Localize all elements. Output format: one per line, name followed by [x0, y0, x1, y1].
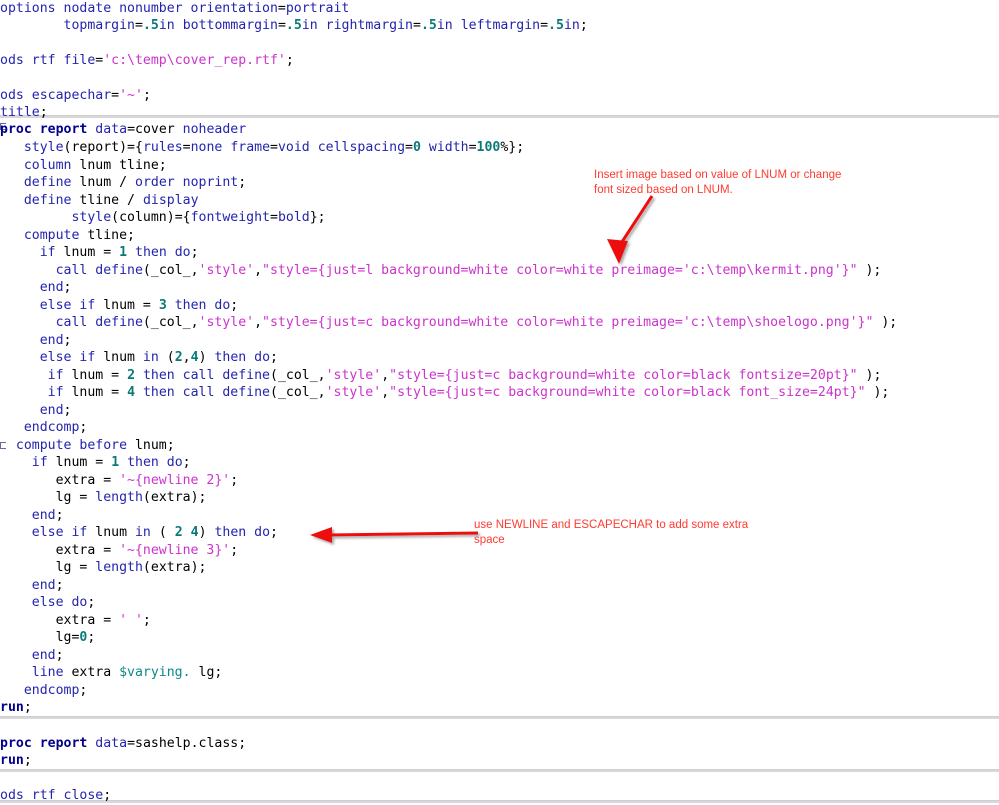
code-line[interactable]: lg=0;: [0, 629, 96, 647]
code-line[interactable]: end;: [0, 647, 64, 665]
code-line[interactable]: extra = '~{newline 2}';: [0, 472, 239, 490]
block-separator: [0, 716, 999, 719]
code-line[interactable]: end;: [0, 332, 72, 350]
code-line[interactable]: extra = ' ';: [0, 612, 151, 630]
code-line[interactable]: proc report data=sashelp.class;: [0, 735, 246, 753]
code-line[interactable]: end;: [0, 402, 72, 420]
code-line[interactable]: lg = length(extra);: [0, 489, 207, 507]
code-line[interactable]: run;: [0, 699, 32, 717]
block-separator: [0, 115, 999, 118]
code-line[interactable]: style(report)={rules=none frame=void cel…: [0, 139, 524, 157]
code-line[interactable]: topmargin=.5in bottommargin=.5in rightma…: [0, 17, 588, 35]
code-line[interactable]: compute before lnum;: [0, 437, 175, 455]
code-line[interactable]: else if lnum in (2,4) then do;: [0, 349, 278, 367]
code-line[interactable]: if lnum = 4 then call define(_col_,'styl…: [0, 384, 890, 402]
code-line[interactable]: if lnum = 1 then do;: [0, 244, 199, 262]
code-line[interactable]: endcomp;: [0, 682, 88, 700]
code-line[interactable]: options nodate nonumber orientation=port…: [0, 0, 349, 18]
code-line[interactable]: title;: [0, 104, 48, 122]
code-line[interactable]: else do;: [0, 594, 96, 612]
code-line[interactable]: ods rtf close;: [0, 787, 111, 805]
code-line[interactable]: proc report data=cover noheader: [0, 121, 246, 139]
code-line[interactable]: call define(_col_,'style',"style={just=l…: [0, 262, 882, 280]
code-line[interactable]: define lnum / order noprint;: [0, 174, 246, 192]
code-line[interactable]: else if lnum in ( 2 4) then do;: [0, 524, 278, 542]
code-line[interactable]: ods escapechar='~';: [0, 87, 151, 105]
code-editor[interactable]: options nodate nonumber orientation=port…: [0, 0, 999, 803]
code-line[interactable]: end;: [0, 507, 64, 525]
code-line[interactable]: define tline / display: [0, 192, 199, 210]
code-line[interactable]: lg = length(extra);: [0, 559, 207, 577]
code-line[interactable]: column lnum tline;: [0, 157, 167, 175]
annotation-newline-escapechar: use NEWLINE and ESCAPECHAR to add some e…: [474, 519, 749, 546]
block-separator: [0, 769, 999, 772]
code-line[interactable]: compute tline;: [0, 227, 135, 245]
code-line[interactable]: line extra $varying. lg;: [0, 664, 223, 682]
code-line[interactable]: run;: [0, 752, 32, 770]
code-line[interactable]: ods rtf file='c:\temp\cover_rep.rtf';: [0, 52, 294, 70]
code-line[interactable]: call define(_col_,'style',"style={just=c…: [0, 314, 898, 332]
code-line[interactable]: else if lnum = 3 then do;: [0, 297, 239, 315]
code-line[interactable]: if lnum = 1 then do;: [0, 454, 191, 472]
annotation-arrow-down: [607, 195, 654, 264]
code-line[interactable]: endcomp;: [0, 419, 88, 437]
code-line[interactable]: end;: [0, 577, 64, 595]
code-line[interactable]: extra = '~{newline 3}';: [0, 542, 239, 560]
code-line[interactable]: end;: [0, 279, 72, 297]
code-line[interactable]: if lnum = 2 then call define(_col_,'styl…: [0, 367, 882, 385]
code-line[interactable]: style(column)={fontweight=bold};: [0, 209, 325, 227]
annotation-arrow-left: [310, 527, 479, 543]
